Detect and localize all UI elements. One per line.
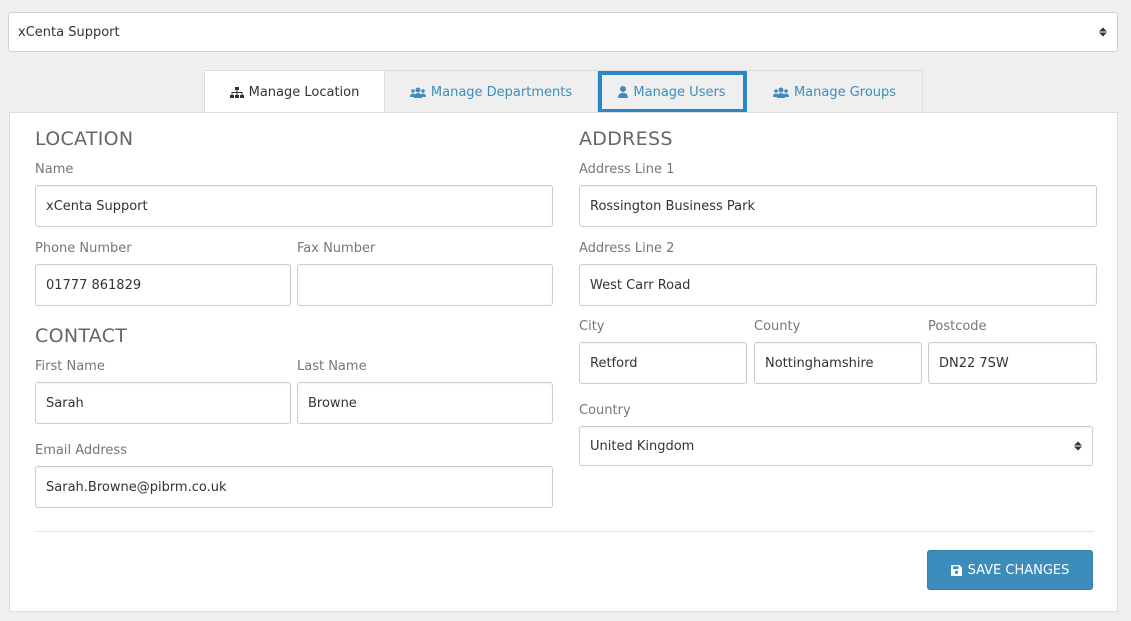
fax-label: Fax Number xyxy=(297,241,376,256)
address-line2-label: Address Line 2 xyxy=(579,241,675,256)
location-select[interactable]: xCenta Support xyxy=(8,12,1118,52)
floppy-disk-icon xyxy=(950,564,962,576)
postcode-value: DN22 7SW xyxy=(939,355,1009,371)
county-value: Nottinghamshire xyxy=(765,355,874,371)
location-section-title: LOCATION xyxy=(35,128,134,150)
tab-label: Manage Location xyxy=(248,85,360,100)
tab-label: Manage Groups xyxy=(793,84,897,100)
tab-label: Manage Departments xyxy=(430,84,573,100)
tab-bar: Manage Location Manage Departments Manag… xyxy=(204,70,923,114)
last-name-value: Browne xyxy=(308,395,357,411)
email-value: Sarah.Browne@pibrm.co.uk xyxy=(46,479,227,495)
city-value: Retford xyxy=(590,355,638,371)
address-section-title: ADDRESS xyxy=(579,128,673,150)
sitemap-icon xyxy=(229,86,244,98)
name-field[interactable]: xCenta Support xyxy=(35,185,553,227)
users-group-icon xyxy=(772,87,789,98)
tab-label: Manage Users xyxy=(633,84,726,100)
first-name-field[interactable]: Sarah xyxy=(35,382,291,424)
postcode-field[interactable]: DN22 7SW xyxy=(928,342,1097,384)
select-arrows-icon xyxy=(1099,27,1107,37)
users-group-icon xyxy=(409,87,426,98)
phone-field[interactable]: 01777 861829 xyxy=(35,264,291,306)
address-line1-value: Rossington Business Park xyxy=(590,198,756,214)
tab-manage-groups[interactable]: Manage Groups xyxy=(747,71,922,113)
last-name-field[interactable]: Browne xyxy=(297,382,553,424)
user-icon xyxy=(618,86,629,98)
tab-manage-departments[interactable]: Manage Departments xyxy=(385,71,598,113)
address-line2-value: West Carr Road xyxy=(590,277,691,293)
county-label: County xyxy=(754,319,801,334)
postcode-label: Postcode xyxy=(928,319,987,334)
country-value: United Kingdom xyxy=(590,438,695,454)
last-name-label: Last Name xyxy=(297,359,367,374)
first-name-label: First Name xyxy=(35,359,105,374)
select-arrows-icon xyxy=(1074,441,1082,451)
phone-field-value: 01777 861829 xyxy=(46,277,142,293)
save-changes-button[interactable]: SAVE CHANGES xyxy=(927,550,1093,590)
save-changes-label: SAVE CHANGES xyxy=(967,562,1070,578)
fax-field[interactable] xyxy=(297,264,553,306)
tab-manage-users[interactable]: Manage Users xyxy=(598,71,747,113)
tab-manage-location[interactable]: Manage Location xyxy=(205,71,385,114)
email-label: Email Address xyxy=(35,443,127,458)
city-field[interactable]: Retford xyxy=(579,342,747,384)
county-field[interactable]: Nottinghamshire xyxy=(754,342,922,384)
contact-section-title: CONTACT xyxy=(35,325,128,347)
name-label: Name xyxy=(35,162,74,177)
location-panel: LOCATION Name xCenta Support Phone Numbe… xyxy=(9,112,1118,612)
email-field[interactable]: Sarah.Browne@pibrm.co.uk xyxy=(35,466,553,508)
country-select[interactable]: United Kingdom xyxy=(579,426,1093,466)
first-name-value: Sarah xyxy=(46,395,84,411)
phone-label: Phone Number xyxy=(35,241,132,256)
city-label: City xyxy=(579,319,605,334)
address-line1-field[interactable]: Rossington Business Park xyxy=(579,185,1097,227)
form-divider xyxy=(35,531,1094,532)
address-line1-label: Address Line 1 xyxy=(579,162,675,177)
location-select-value: xCenta Support xyxy=(18,24,120,40)
address-line2-field[interactable]: West Carr Road xyxy=(579,264,1097,306)
name-field-value: xCenta Support xyxy=(46,198,148,214)
country-label: Country xyxy=(579,403,631,418)
